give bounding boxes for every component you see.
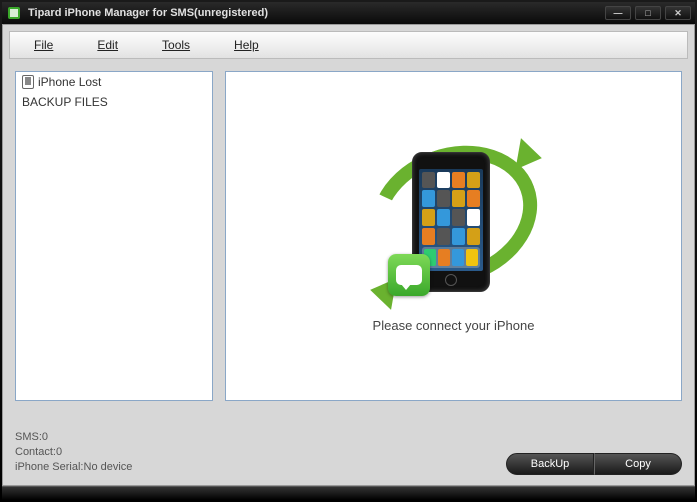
main-panel: Please connect your iPhone — [225, 71, 682, 401]
tree-item-backup[interactable]: BACKUP FILES — [16, 92, 212, 112]
connect-prompt: Please connect your iPhone — [373, 318, 535, 333]
close-button[interactable]: ✕ — [665, 6, 691, 20]
menu-tools[interactable]: Tools — [162, 38, 190, 52]
menu-edit[interactable]: Edit — [97, 38, 118, 52]
maximize-button[interactable]: □ — [635, 6, 661, 20]
menu-file[interactable]: File — [34, 38, 53, 52]
phone-icon — [22, 75, 34, 89]
connect-illustration — [364, 140, 544, 300]
status-block: SMS:0 Contact:0 iPhone Serial:No device — [15, 430, 506, 475]
menu-help[interactable]: Help — [234, 38, 259, 52]
backup-button[interactable]: BackUp — [506, 453, 594, 475]
window-body: File Edit Tools Help iPhone Lost BACKUP … — [2, 24, 695, 486]
status-sms: SMS:0 — [15, 430, 506, 445]
window-title: Tipard iPhone Manager for SMS(unregister… — [28, 7, 268, 19]
status-serial: iPhone Serial:No device — [15, 460, 506, 475]
device-label: iPhone Lost — [38, 75, 101, 89]
arrow-head-icon — [515, 138, 544, 174]
application-window: Tipard iPhone Manager for SMS(unregister… — [0, 0, 697, 502]
status-contact: Contact:0 — [15, 445, 506, 460]
app-icon — [6, 5, 22, 21]
copy-button[interactable]: Copy — [594, 453, 682, 475]
bottom-chrome — [2, 486, 695, 500]
menubar: File Edit Tools Help — [9, 31, 688, 59]
minimize-button[interactable]: — — [605, 6, 631, 20]
footer: SMS:0 Contact:0 iPhone Serial:No device … — [3, 424, 694, 485]
tree-item-device[interactable]: iPhone Lost — [16, 72, 212, 92]
sms-badge-icon — [388, 254, 430, 296]
titlebar[interactable]: Tipard iPhone Manager for SMS(unregister… — [2, 2, 695, 24]
device-tree[interactable]: iPhone Lost BACKUP FILES — [15, 71, 213, 401]
backup-files-label: BACKUP FILES — [22, 95, 108, 109]
content-area: iPhone Lost BACKUP FILES — [3, 65, 694, 424]
action-buttons: BackUp Copy — [506, 453, 682, 475]
